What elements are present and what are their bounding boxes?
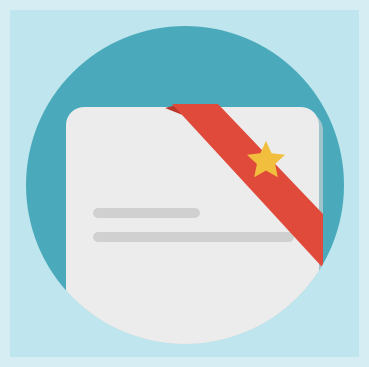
text-line-short bbox=[93, 208, 200, 218]
icon-stage bbox=[0, 0, 369, 367]
text-line-long bbox=[93, 232, 294, 242]
bookmarked-document-icon bbox=[26, 26, 344, 344]
